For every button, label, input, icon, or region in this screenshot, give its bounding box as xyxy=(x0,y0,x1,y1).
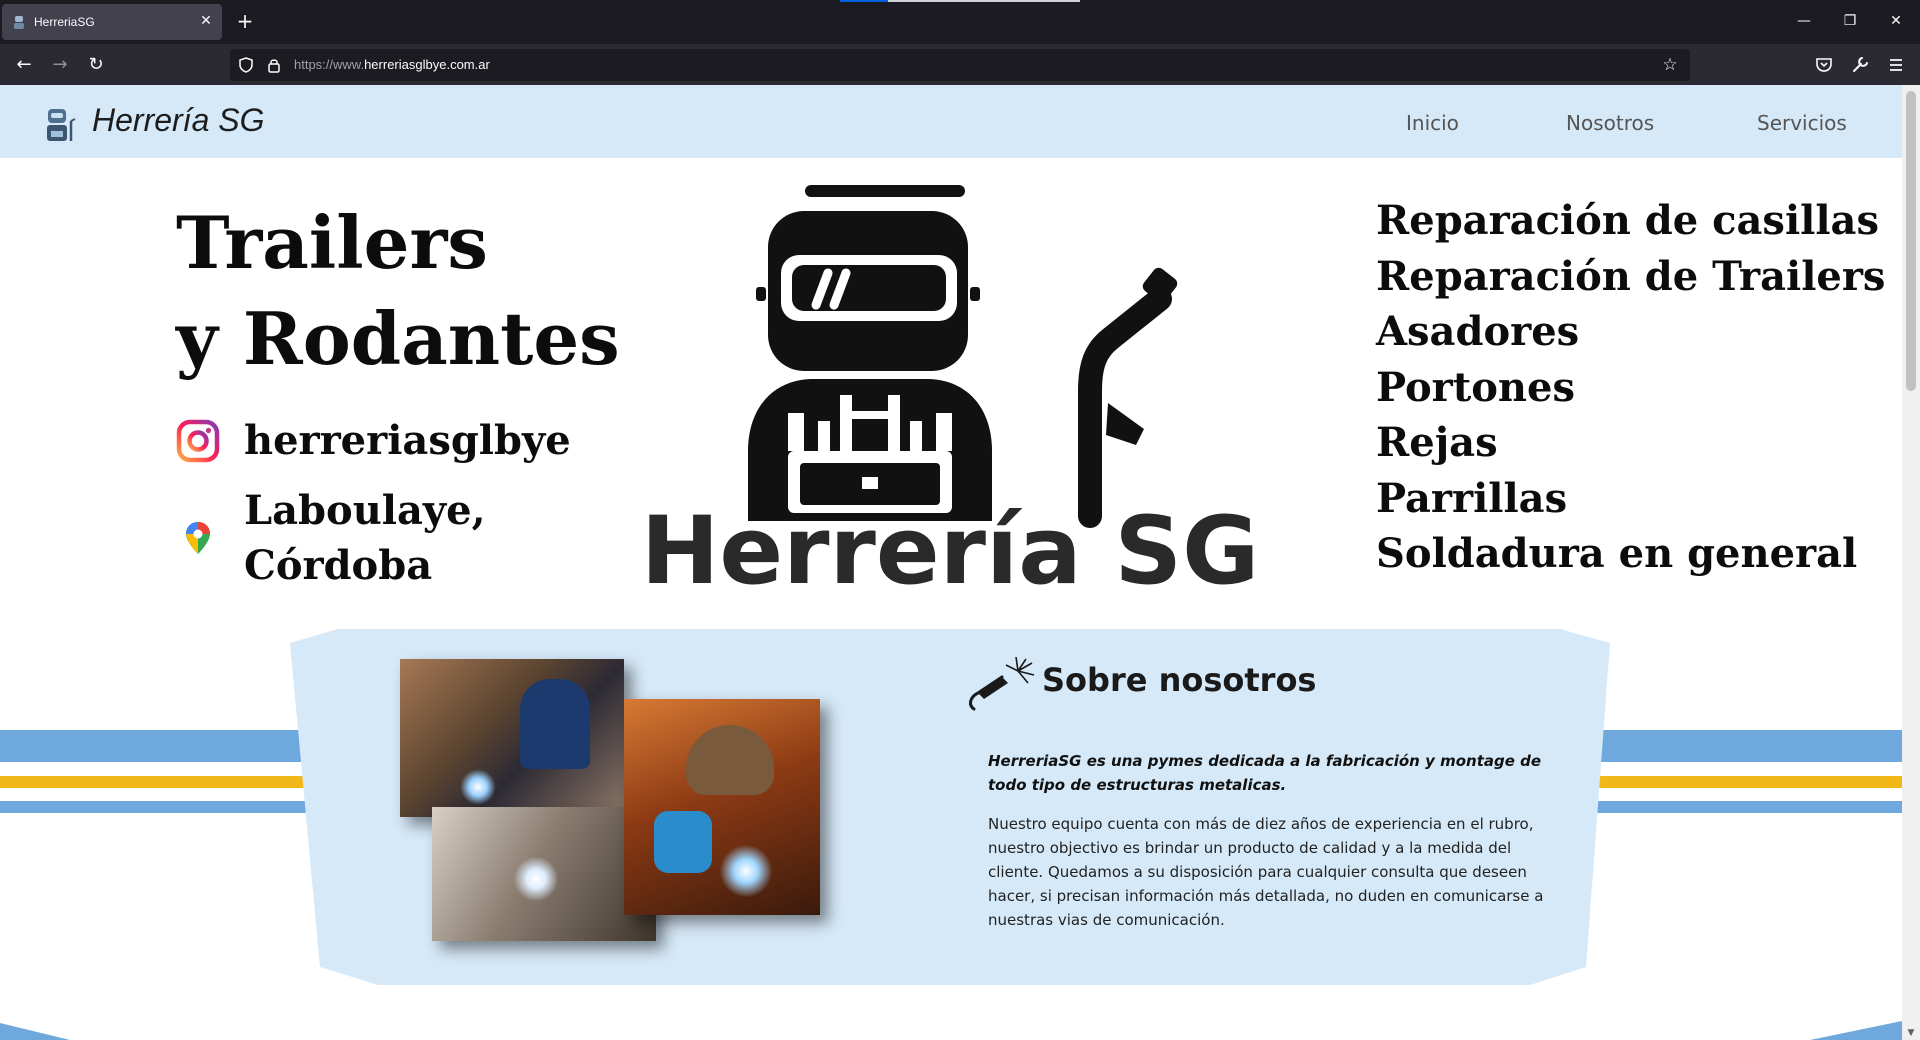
location-contact: Laboulaye, Córdoba xyxy=(176,483,486,593)
minimize-window-icon[interactable]: — xyxy=(1792,10,1816,32)
reload-icon[interactable]: ↻ xyxy=(84,53,108,77)
url-host: herreriasglbye.com.ar xyxy=(364,57,490,72)
close-tab-icon[interactable]: ✕ xyxy=(198,13,214,29)
nav-link-servicios[interactable]: Servicios xyxy=(1757,111,1847,135)
lock-icon[interactable] xyxy=(266,57,282,73)
back-arrow-icon[interactable]: ← xyxy=(12,53,36,77)
welding-photo-mask xyxy=(624,699,820,915)
hero-title-line2: y Rodantes xyxy=(176,296,620,381)
welding-spark xyxy=(720,845,772,897)
logo-wordmark: Herrería SG xyxy=(641,497,1259,601)
welding-helmet xyxy=(686,725,774,795)
browser-navbar: ← → ↻ https://www.herreriasglbye.com.ar … xyxy=(0,44,1920,85)
new-tab-icon[interactable]: + xyxy=(234,10,256,32)
location-city: Laboulaye, xyxy=(244,487,486,534)
service-item: Rejas xyxy=(1376,419,1498,466)
about-body: Nuestro equipo cuenta con más de diez añ… xyxy=(988,815,1544,929)
wrench-icon[interactable] xyxy=(1848,53,1872,77)
instagram-icon xyxy=(176,419,220,462)
service-item: Portones xyxy=(1376,363,1575,411)
location-text: Laboulaye, Córdoba xyxy=(244,483,486,593)
welding-photo-table xyxy=(400,659,624,817)
shield-icon[interactable] xyxy=(238,57,254,73)
browser-tab[interactable]: HerreriaSG ✕ xyxy=(2,4,222,40)
page-scrollbar[interactable]: ▼ xyxy=(1902,85,1920,1040)
nav-link-nosotros[interactable]: Nosotros xyxy=(1566,111,1654,135)
welding-photo-grinder xyxy=(432,807,656,941)
nav-link-inicio[interactable]: Inicio xyxy=(1406,111,1459,135)
welding-glove xyxy=(654,811,712,873)
hero-title: Trailers y Rodantes xyxy=(176,195,620,387)
scroll-down-arrow-icon[interactable]: ▼ xyxy=(1906,1028,1916,1038)
welder-logo-icon[interactable] xyxy=(42,107,78,143)
browser-tabstrip: HerreriaSG ✕ + — ❐ ✕ xyxy=(0,0,1920,44)
herreria-sg-logo: Herrería SG xyxy=(641,185,1259,601)
tab-accent-bar xyxy=(840,0,888,2)
page-viewport: Herrería SG Inicio Nosotros Servicios Tr… xyxy=(0,85,1902,1040)
welding-spark xyxy=(460,769,496,805)
pocket-icon[interactable] xyxy=(1812,53,1836,77)
brand-name[interactable]: Herrería SG xyxy=(92,102,264,139)
tab-accent-bar-secondary xyxy=(888,0,1080,2)
bookmark-star-icon[interactable]: ☆ xyxy=(1660,55,1680,75)
welder-favicon-icon xyxy=(14,16,24,29)
services-list: Reparación de casillas Reparación de Tra… xyxy=(1376,193,1885,582)
scrollbar-thumb[interactable] xyxy=(1906,91,1916,391)
tab-title: HerreriaSG xyxy=(34,15,95,29)
forward-arrow-icon[interactable]: → xyxy=(48,53,72,77)
instagram-contact[interactable]: herreriasglbye xyxy=(176,413,571,468)
restore-window-icon[interactable]: ❐ xyxy=(1838,10,1862,32)
hero-title-line1: Trailers xyxy=(176,200,488,285)
service-item: Reparación de Trailers xyxy=(1376,252,1886,300)
about-lead: HerreriaSG es una pymes dedicada a la fa… xyxy=(988,752,1542,794)
service-item: Reparación de casillas xyxy=(1376,197,1879,244)
about-title: Sobre nosotros xyxy=(1042,661,1317,699)
hamburger-menu-icon[interactable] xyxy=(1884,53,1908,77)
map-pin-icon xyxy=(186,522,210,554)
close-window-icon[interactable]: ✕ xyxy=(1884,10,1908,32)
service-item: Parrillas xyxy=(1376,474,1568,522)
service-item: Soldadura en general xyxy=(1376,530,1858,577)
welding-spark xyxy=(514,857,558,901)
url-bar[interactable]: https://www.herreriasglbye.com.ar ☆ xyxy=(230,49,1690,81)
url-text[interactable]: https://www.herreriasglbye.com.ar xyxy=(294,57,490,72)
url-protocol: https://www. xyxy=(294,57,365,72)
location-province: Córdoba xyxy=(244,542,433,589)
welder-figure xyxy=(520,679,590,769)
decorative-bottom-edge xyxy=(0,1021,1902,1040)
welding-torch-icon xyxy=(969,657,1035,711)
instagram-handle[interactable]: herreriasglbye xyxy=(244,413,571,468)
site-header: Herrería SG Inicio Nosotros Servicios xyxy=(0,85,1902,158)
service-item: Asadores xyxy=(1376,308,1580,355)
